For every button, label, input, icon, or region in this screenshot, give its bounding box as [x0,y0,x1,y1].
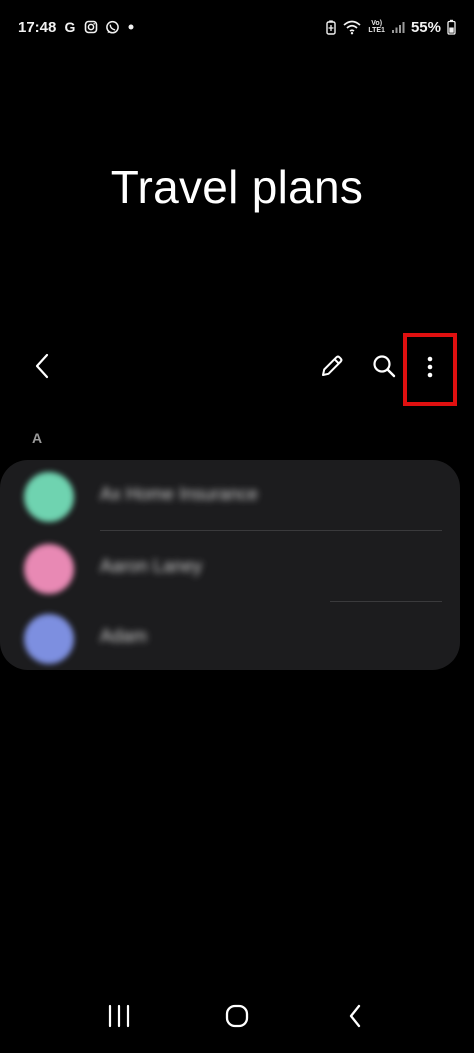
back-nav-button[interactable] [331,994,379,1042]
divider [100,530,442,531]
instagram-icon [84,20,98,34]
status-right: Vo) LTE1 55% [326,19,456,36]
page-title: Travel plans [110,161,364,213]
recents-icon [106,1004,132,1033]
status-left: 17:48 G [18,19,135,36]
avatar [24,472,74,522]
signal-icon [391,20,405,34]
screen: 17:48 G Vo) LTE1 55% Travel plans A Ax H… [0,0,474,1053]
search-icon [371,353,397,384]
back-icon [34,353,50,384]
status-bar: 17:48 G Vo) LTE1 55% [0,0,474,54]
contact-name: Aaron Laney [100,556,203,576]
section-index-letter: A [32,430,43,446]
notification-dot-icon [127,23,135,31]
contact-row[interactable]: Ax Home Insurance [0,460,460,530]
home-button[interactable] [213,994,261,1042]
avatar [24,544,74,594]
contact-name: Ax Home Insurance [100,484,259,504]
contact-name: Adam [100,626,148,646]
back-button[interactable] [22,346,62,390]
whatsapp-icon [105,20,120,35]
battery-percentage: 55% [410,18,441,36]
home-icon [224,1003,250,1034]
wifi-icon [342,19,362,35]
back-nav-icon [347,1003,363,1034]
edit-button[interactable] [310,346,354,390]
battery-icon [447,19,456,35]
recents-button[interactable] [95,994,143,1042]
more-options-button[interactable] [403,333,457,406]
status-time: 17:48 [18,18,57,36]
volte-top: Vo) [371,20,383,27]
search-button[interactable] [362,346,406,390]
volte-indicator: Vo) LTE1 [368,20,385,34]
contact-row[interactable]: Adam [0,602,460,670]
contact-list: Ax Home Insurance Aaron Laney Adam [0,460,460,670]
more-vert-icon [426,355,434,384]
svg-text:G: G [65,20,76,34]
avatar [24,614,74,664]
battery-saver-icon [326,19,337,35]
navigation-bar [0,983,474,1053]
contact-row[interactable]: Aaron Laney [0,532,460,602]
google-icon: G [63,20,77,34]
pencil-icon [319,353,345,384]
volte-bottom: LTE1 [368,27,385,34]
